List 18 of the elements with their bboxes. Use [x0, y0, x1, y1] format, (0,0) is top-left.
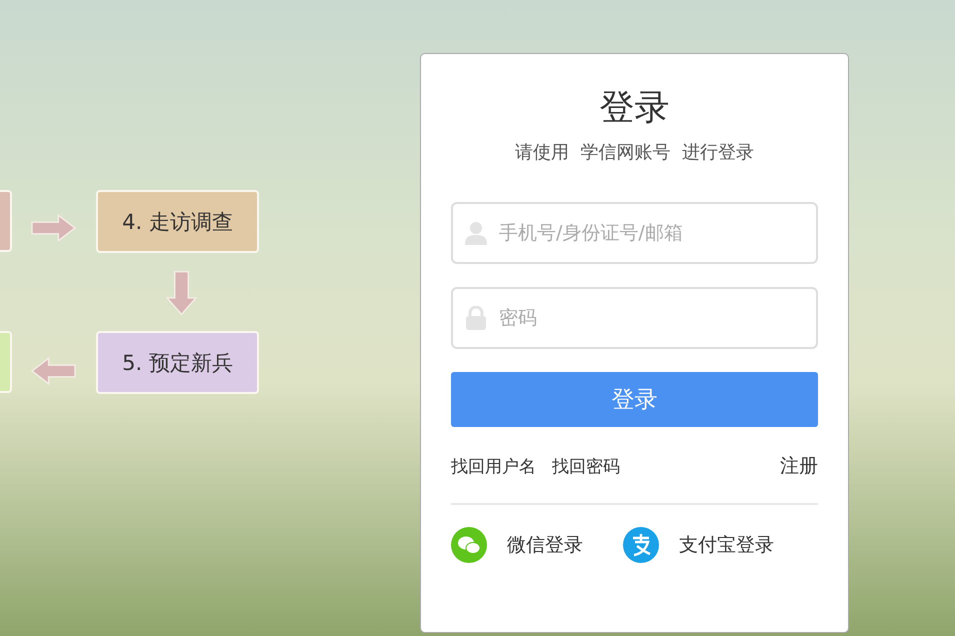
down-arrow-icon: [166, 270, 197, 316]
chat-bubbles-icon: [451, 527, 487, 563]
social-login-link[interactable]: 支付宝登录: [679, 532, 774, 558]
password-field[interactable]: 密码: [451, 287, 818, 349]
social-login-link[interactable]: 微信登录: [507, 532, 583, 558]
alipay-icon: [623, 527, 659, 563]
user-icon: [465, 221, 487, 245]
login-title: 登录: [600, 87, 670, 130]
flow-step-box: 5. 预定新兵: [96, 331, 259, 394]
register-link[interactable]: 注册: [780, 453, 818, 479]
username-field[interactable]: 手机号/身份证号/邮箱: [451, 202, 818, 264]
login-subtitle: 请使用 学信网账号 进行登录: [515, 141, 754, 164]
recovery-link[interactable]: 找回密码: [552, 454, 620, 478]
recovery-link[interactable]: 找回用户名: [451, 454, 536, 478]
lock-icon: [465, 306, 487, 330]
left-arrow-icon: [31, 357, 76, 385]
flow-step-box: 4. 走访调查: [96, 190, 259, 253]
right-arrow-icon: [31, 214, 76, 242]
